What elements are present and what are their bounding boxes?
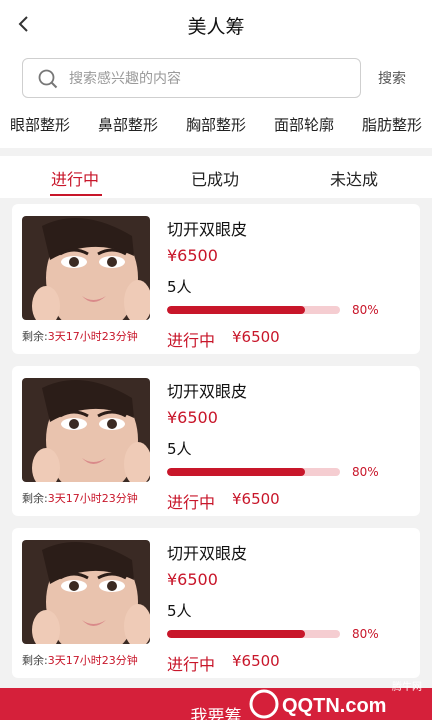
status-label: 进行中 bbox=[167, 331, 216, 350]
product-name: 切开双眼皮 bbox=[167, 220, 248, 239]
search-bar: 搜索 bbox=[0, 48, 432, 104]
remaining-label: 剩余: bbox=[22, 654, 48, 667]
progress-fill bbox=[167, 630, 306, 638]
watermark-en: QQTN.com bbox=[282, 695, 386, 717]
category-fat[interactable]: 脂肪整形 bbox=[362, 114, 422, 135]
product-image bbox=[22, 540, 150, 644]
search-icon bbox=[38, 69, 58, 89]
progress-percent: 80% bbox=[352, 627, 379, 641]
watermark-logo: QQTN.com 腾牛网 bbox=[249, 680, 422, 719]
participant-count: 5人 bbox=[167, 440, 192, 458]
crowdfund-card[interactable]: 剩余:3天17小时23分钟 切开双眼皮 ¥6500 5人 80% 进行中 ¥65… bbox=[12, 204, 420, 354]
remaining-time: 剩余:3天17小时23分钟 bbox=[22, 490, 138, 506]
remaining-label: 剩余: bbox=[22, 330, 48, 343]
product-name: 切开双眼皮 bbox=[167, 544, 248, 563]
product-price: ¥6500 bbox=[167, 570, 218, 589]
status-price: ¥6500 bbox=[232, 652, 280, 670]
remaining-value: 3天17小时23分钟 bbox=[47, 492, 138, 505]
remaining-time: 剩余:3天17小时23分钟 bbox=[22, 328, 138, 344]
participant-count: 5人 bbox=[167, 602, 192, 620]
progress-fill bbox=[167, 468, 306, 476]
search-input[interactable] bbox=[69, 68, 349, 90]
category-nose[interactable]: 鼻部整形 bbox=[98, 114, 158, 135]
progress-fill bbox=[167, 306, 306, 314]
remaining-label: 剩余: bbox=[22, 492, 48, 505]
status-price: ¥6500 bbox=[232, 490, 280, 508]
category-chest[interactable]: 胸部整形 bbox=[186, 114, 246, 135]
remaining-value: 3天17小时23分钟 bbox=[47, 330, 138, 343]
active-tab-indicator bbox=[50, 194, 102, 196]
tab-not-reached[interactable]: 未达成 bbox=[330, 166, 378, 190]
product-image bbox=[22, 378, 150, 482]
status-label: 进行中 bbox=[167, 655, 216, 674]
search-box[interactable] bbox=[22, 58, 361, 98]
status-tabs: 进行中 已成功 未达成 bbox=[0, 156, 432, 198]
category-eye[interactable]: 眼部整形 bbox=[10, 114, 70, 135]
status-price: ¥6500 bbox=[232, 328, 280, 346]
progress-bar bbox=[167, 468, 340, 476]
search-button[interactable]: 搜索 bbox=[378, 68, 406, 88]
product-image bbox=[22, 216, 150, 320]
category-bar: 眼部整形 鼻部整形 胸部整形 面部轮廓 脂肪整形 bbox=[0, 104, 432, 148]
crowdfund-card[interactable]: 剩余:3天17小时23分钟 切开双眼皮 ¥6500 5人 80% 进行中 ¥65… bbox=[12, 528, 420, 678]
progress-bar bbox=[167, 630, 340, 638]
app-header: 美人筹 bbox=[0, 0, 432, 48]
progress-percent: 80% bbox=[352, 303, 379, 317]
progress-bar bbox=[167, 306, 340, 314]
tab-succeeded[interactable]: 已成功 bbox=[191, 166, 239, 190]
watermark-cn: 腾牛网 bbox=[392, 680, 422, 693]
crowdfund-card[interactable]: 剩余:3天17小时23分钟 切开双眼皮 ¥6500 5人 80% 进行中 ¥65… bbox=[12, 366, 420, 516]
remaining-time: 剩余:3天17小时23分钟 bbox=[22, 652, 138, 668]
status-label: 进行中 bbox=[167, 493, 216, 512]
participant-count: 5人 bbox=[167, 278, 192, 296]
product-name: 切开双眼皮 bbox=[167, 382, 248, 401]
category-face-contour[interactable]: 面部轮廓 bbox=[274, 114, 334, 135]
page-title: 美人筹 bbox=[187, 16, 245, 38]
product-price: ¥6500 bbox=[167, 246, 218, 265]
tab-in-progress[interactable]: 进行中 bbox=[51, 166, 99, 190]
progress-percent: 80% bbox=[352, 465, 379, 479]
product-price: ¥6500 bbox=[167, 408, 218, 427]
remaining-value: 3天17小时23分钟 bbox=[47, 654, 138, 667]
